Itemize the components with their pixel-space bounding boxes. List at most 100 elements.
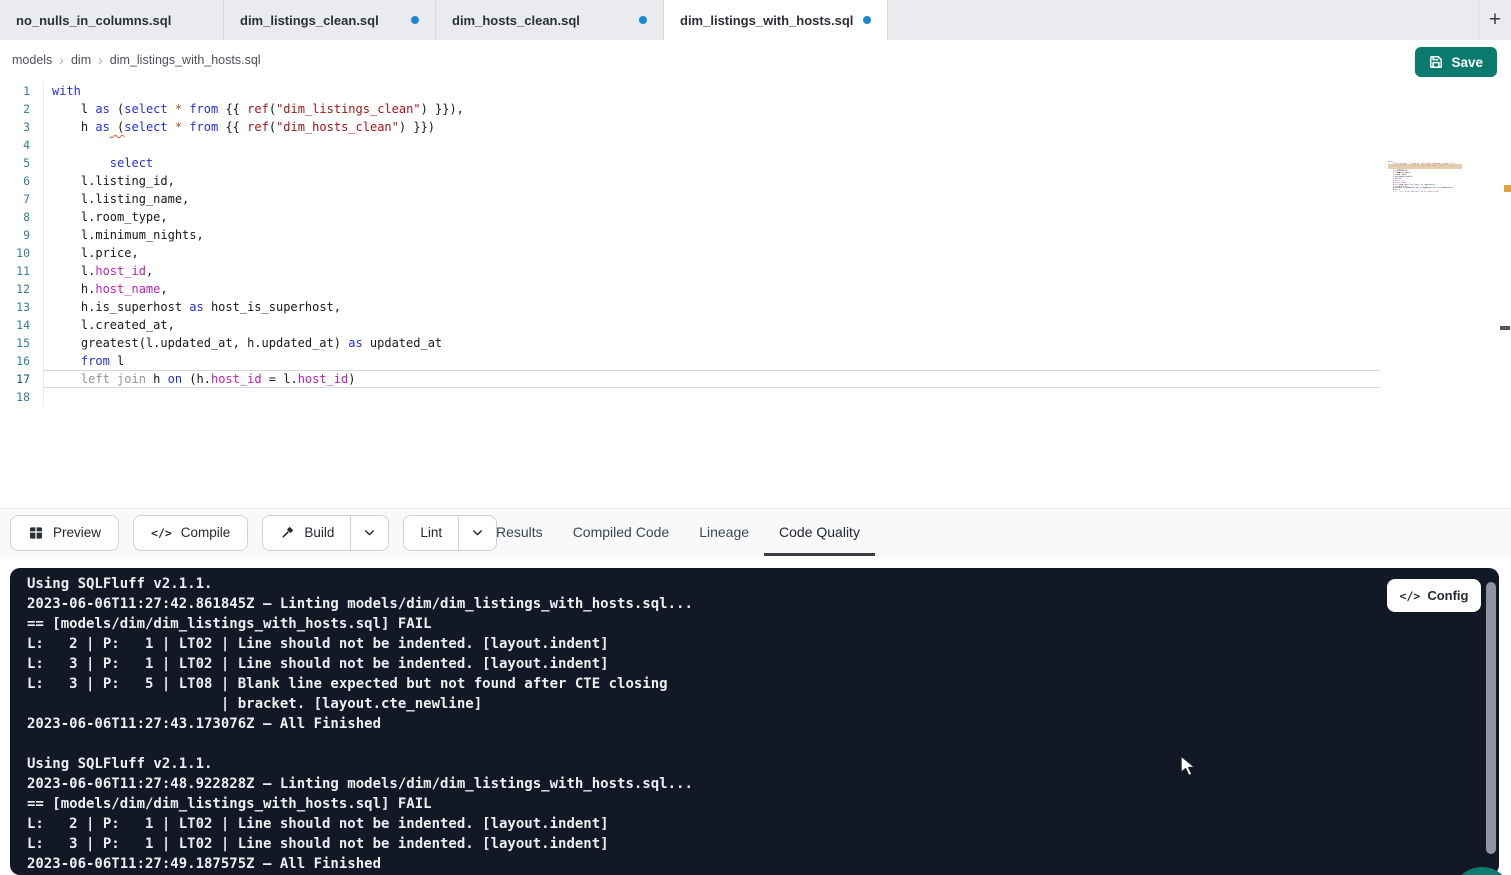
table-grid-icon	[28, 525, 44, 541]
panel-tab-label: Compiled Code	[573, 524, 670, 540]
code-line[interactable]: 17 left join h on (h.host_id = l.host_id…	[0, 370, 1380, 388]
line-number: 1	[0, 82, 30, 100]
terminal-line: L: 2 | P: 1 | LT02 | Line should not be …	[27, 814, 1499, 834]
panel-tab-label: Lineage	[699, 524, 749, 540]
code-line	[1388, 194, 1462, 196]
file-tab-label: dim_listings_with_hosts.sql	[680, 13, 853, 28]
terminal-line: L: 3 | P: 1 | LT02 | Line should not be …	[27, 654, 1499, 674]
line-number: 12	[0, 280, 30, 298]
breadcrumb: models › dim › dim_listings_with_hosts.s…	[12, 40, 261, 80]
terminal-line: L: 3 | P: 5 | LT08 | Blank line expected…	[27, 674, 1499, 694]
code-line[interactable]: 11 l.host_id,	[0, 262, 1380, 280]
code-line[interactable]: 1with	[0, 82, 1380, 100]
code-line[interactable]: 8 l.room_type,	[0, 208, 1380, 226]
preview-button-label: Preview	[53, 525, 101, 540]
breadcrumb-item-file: dim_listings_with_hosts.sql	[110, 53, 261, 67]
terminal-line: Using SQLFluff v2.1.1.	[27, 574, 1499, 594]
terminal-line: L: 3 | P: 1 | LT02 | Line should not be …	[27, 834, 1499, 854]
panel-tab-results[interactable]: Results	[481, 508, 558, 556]
lint-button[interactable]: Lint	[404, 516, 459, 550]
panel-tab-lineage[interactable]: Lineage	[684, 508, 764, 556]
code-line[interactable]: 2 l as (select * from {{ ref("dim_listin…	[0, 100, 1380, 118]
code-line[interactable]: 13 h.is_superhost as host_is_superhost,	[0, 298, 1380, 316]
minimap-highlight-band	[1388, 164, 1462, 169]
code-brackets-icon: </>	[1400, 589, 1421, 603]
terminal-line: | bracket. [layout.cte_newline]	[27, 694, 1499, 714]
modified-dot-icon	[863, 16, 871, 24]
build-dropdown-button[interactable]	[351, 516, 388, 550]
code-line[interactable]: 18	[0, 388, 1380, 406]
terminal-line: L: 2 | P: 1 | LT02 | Line should not be …	[27, 634, 1499, 654]
line-number: 14	[0, 316, 30, 334]
sql-editor[interactable]: 1with2 l as (select * from {{ ref("dim_l…	[0, 80, 1511, 508]
code-lines[interactable]: 1with2 l as (select * from {{ ref("dim_l…	[0, 82, 1380, 406]
new-tab-button[interactable]: +	[1478, 0, 1511, 40]
line-number: 10	[0, 244, 30, 262]
modified-dot-icon	[411, 16, 419, 24]
compile-button-label: Compile	[181, 525, 231, 540]
chevron-down-icon	[363, 526, 376, 539]
breadcrumb-item-dim[interactable]: dim	[71, 53, 91, 67]
panel-tab-label: Results	[496, 524, 543, 540]
panel-tab-code-quality[interactable]: Code Quality	[764, 508, 875, 556]
file-tab-dim-listings-clean[interactable]: dim_listings_clean.sql	[224, 0, 436, 40]
dbt-ide-window: no_nulls_in_columns.sql dim_listings_cle…	[0, 0, 1511, 875]
code-line[interactable]: 4	[0, 136, 1380, 154]
terminal-line	[27, 734, 1499, 754]
line-number: 16	[0, 352, 30, 370]
file-header-row: models › dim › dim_listings_with_hosts.s…	[0, 40, 1511, 80]
file-tab-label: dim_listings_clean.sql	[240, 13, 379, 28]
save-button-label: Save	[1451, 55, 1483, 70]
config-button[interactable]: </> Config	[1387, 579, 1481, 612]
terminal-line: 2023-06-06T11:27:43.173076Z — All Finish…	[27, 714, 1499, 734]
breadcrumb-item-models[interactable]: models	[12, 53, 52, 67]
file-tab-dim-listings-with-hosts[interactable]: dim_listings_with_hosts.sql	[664, 0, 888, 40]
file-tab-dim-hosts-clean[interactable]: dim_hosts_clean.sql	[436, 0, 664, 40]
overview-ruler-warning-marker	[1504, 185, 1511, 192]
code-line[interactable]: 15 greatest(l.updated_at, h.updated_at) …	[0, 334, 1380, 352]
line-number: 2	[0, 100, 30, 118]
terminal-line: 2023-06-06T11:27:49.187575Z — All Finish…	[27, 854, 1499, 874]
code-line[interactable]: 10 l.price,	[0, 244, 1380, 262]
line-number: 3	[0, 118, 30, 136]
editor-scrollbar-thumb[interactable]	[1500, 326, 1510, 330]
file-tab-label: dim_hosts_clean.sql	[452, 13, 580, 28]
terminal-line: Using SQLFluff v2.1.1.	[27, 754, 1499, 774]
terminal-line: 2023-06-06T11:27:48.922828Z — Linting mo…	[27, 774, 1499, 794]
chevron-right-icon: ›	[98, 52, 103, 68]
build-button[interactable]: Build	[263, 516, 351, 550]
file-tab-label: no_nulls_in_columns.sql	[16, 13, 171, 28]
panel-tab-compiled-code[interactable]: Compiled Code	[558, 508, 685, 556]
modified-dot-icon	[639, 16, 647, 24]
preview-button[interactable]: Preview	[10, 515, 119, 551]
code-line[interactable]: 14 l.created_at,	[0, 316, 1380, 334]
code-line[interactable]: 9 l.minimum_nights,	[0, 226, 1380, 244]
lint-button-label: Lint	[420, 525, 442, 540]
line-number: 7	[0, 190, 30, 208]
line-number: 4	[0, 136, 30, 154]
code-line[interactable]: 16 from l	[0, 352, 1380, 370]
code-line[interactable]: 5 select	[0, 154, 1380, 172]
compile-button[interactable]: </> Compile	[133, 515, 248, 551]
build-split-button: Build	[262, 515, 389, 551]
lint-output-terminal[interactable]: Using SQLFluff v2.1.1.2023-06-06T11:27:4…	[10, 568, 1499, 875]
code-line[interactable]: 3 h as (select * from {{ ref("dim_hosts_…	[0, 118, 1380, 136]
line-number: 15	[0, 334, 30, 352]
line-number: 13	[0, 298, 30, 316]
terminal-scrollbar-thumb[interactable]	[1486, 582, 1496, 854]
code-brackets-icon: </>	[151, 526, 172, 540]
line-number: 9	[0, 226, 30, 244]
chevron-right-icon: ›	[59, 52, 64, 68]
code-line[interactable]: 7 l.listing_name,	[0, 190, 1380, 208]
save-button[interactable]: Save	[1415, 47, 1497, 77]
build-button-label: Build	[304, 525, 334, 540]
code-line[interactable]: 12 h.host_name,	[0, 280, 1380, 298]
line-number: 6	[0, 172, 30, 190]
panel-tab-label: Code Quality	[779, 524, 860, 540]
file-tab-no-nulls-in-columns[interactable]: no_nulls_in_columns.sql	[0, 0, 224, 40]
floppy-disk-icon	[1429, 55, 1443, 69]
code-line[interactable]: 6 l.listing_id,	[0, 172, 1380, 190]
line-number: 17	[0, 370, 30, 388]
line-number: 18	[0, 388, 30, 406]
hammer-icon	[279, 525, 295, 541]
